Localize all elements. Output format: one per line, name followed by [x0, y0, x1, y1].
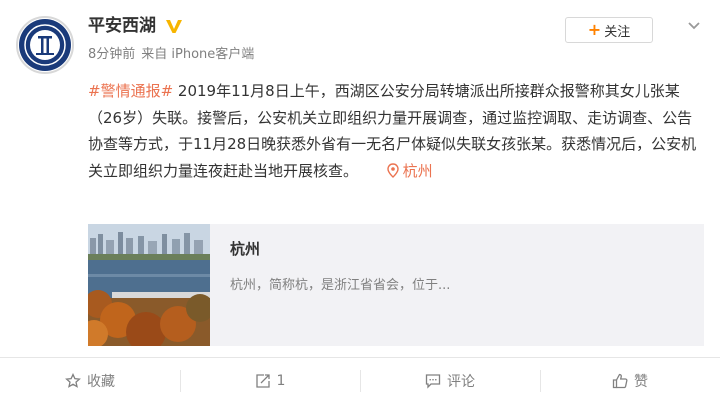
post-content: #警情通报# 2019年11月8日上午，西湖区公安分局转塘派出所接群众报警称其女… [88, 78, 704, 184]
card-description: 杭州，简称杭，是浙江省省会，位于... [230, 278, 451, 293]
repost-count: 1 [276, 373, 286, 389]
username[interactable]: 平安西湖 [88, 14, 156, 38]
weibo-post: 平安西湖 8分钟前 来自 iPhone客户端 + 关注 #警情通报# 2019年11… [0, 0, 720, 404]
hashtag-link[interactable]: #警情通报# [88, 82, 173, 100]
like-button[interactable]: 赞 [540, 358, 720, 404]
verified-v-icon [166, 20, 182, 33]
card-title: 杭州 [230, 240, 261, 258]
comment-icon [425, 374, 441, 389]
repost-button[interactable]: 1 [180, 358, 360, 404]
like-label: 赞 [634, 374, 648, 390]
location-pin-icon [386, 162, 399, 178]
action-bar: 收藏 1 评论 赞 [0, 358, 720, 404]
comment-label: 评论 [447, 374, 475, 390]
post-source[interactable]: 来自 iPhone客户端 [141, 47, 254, 62]
avatar[interactable] [16, 16, 74, 74]
favorite-label: 收藏 [87, 374, 115, 390]
follow-label: 关注 [604, 24, 631, 40]
location-label: 杭州 [402, 161, 433, 180]
repost-icon [255, 374, 270, 388]
comment-button[interactable]: 评论 [360, 358, 540, 404]
police-emblem-icon [19, 19, 71, 71]
post-meta: 8分钟前 来自 iPhone客户端 [88, 46, 260, 64]
location-link[interactable]: 杭州 [386, 161, 433, 180]
chevron-down-icon[interactable] [686, 18, 702, 34]
follow-button[interactable]: + 关注 [565, 17, 653, 43]
post-time[interactable]: 8分钟前 [88, 47, 135, 62]
star-icon [65, 373, 81, 388]
favorite-button[interactable]: 收藏 [0, 358, 180, 404]
location-card[interactable]: 杭州 杭州，简称杭，是浙江省省会，位于... [88, 224, 704, 346]
hangzhou-thumbnail [88, 224, 210, 346]
thumbs-up-icon [612, 373, 628, 389]
plus-icon: + [587, 20, 602, 39]
